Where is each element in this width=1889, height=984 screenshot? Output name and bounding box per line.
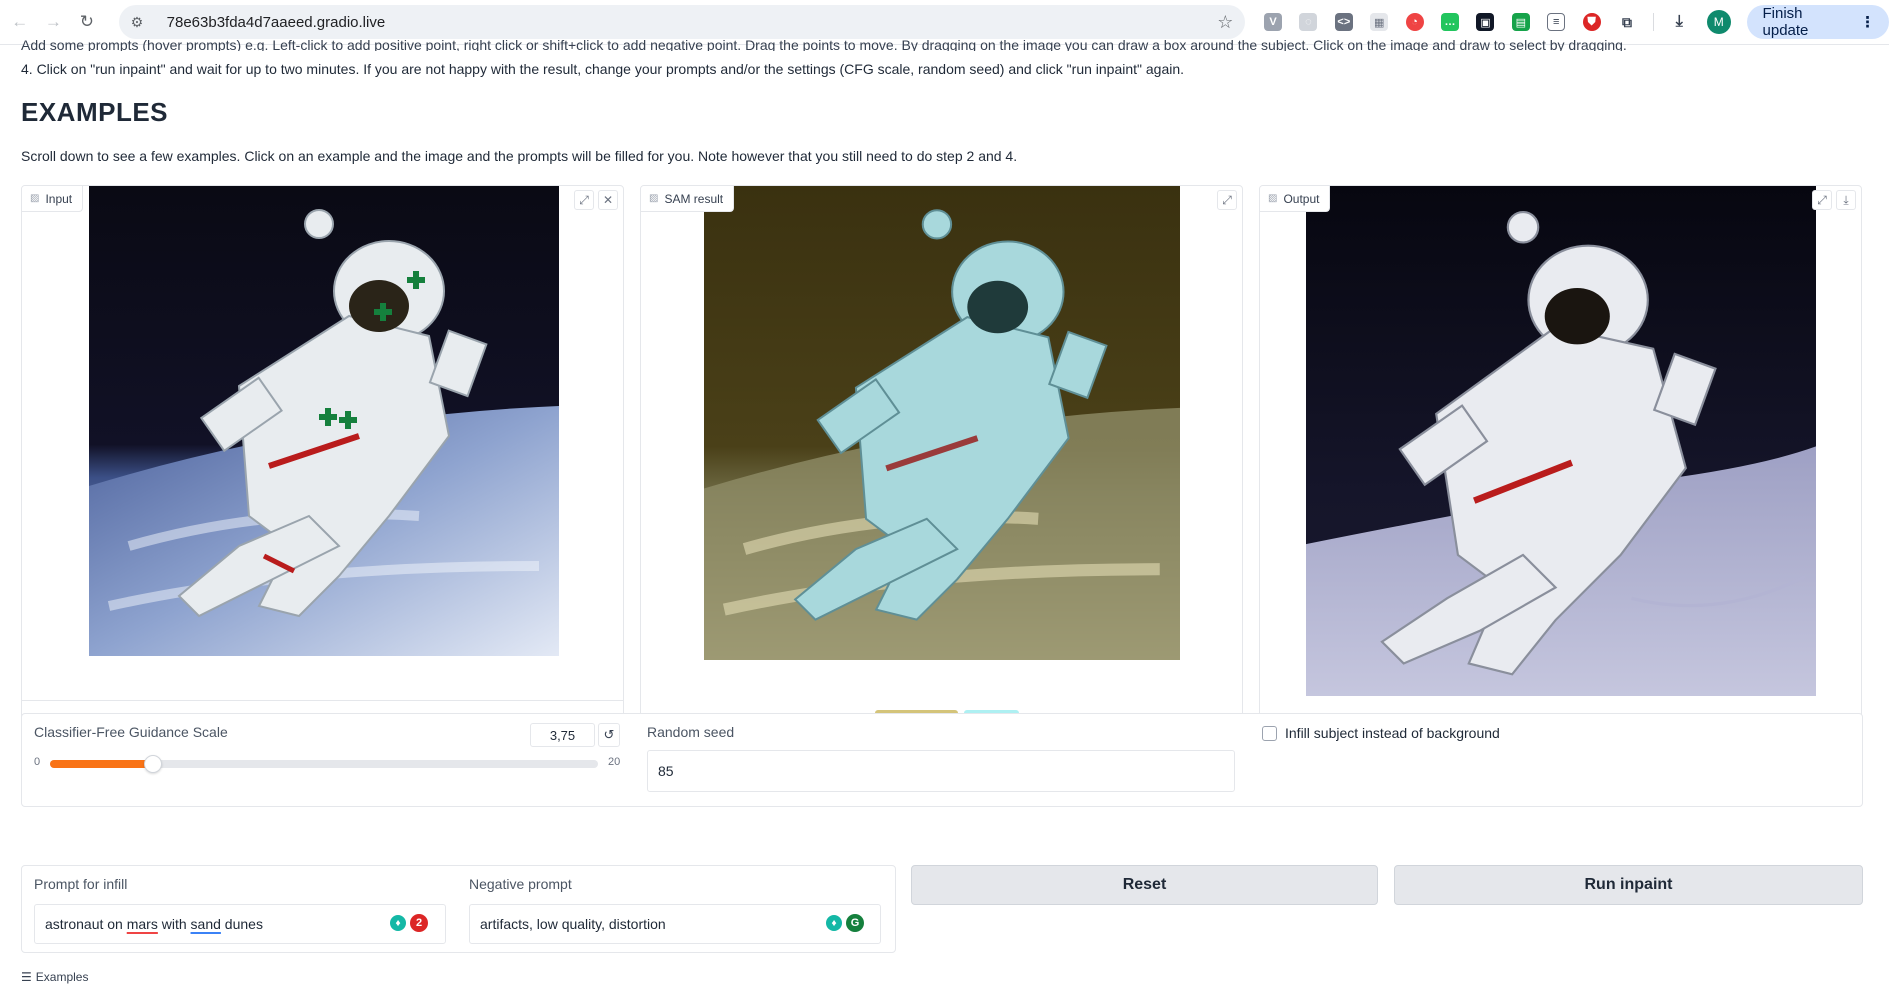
vimium-icon[interactable]: V	[1259, 8, 1286, 36]
cfg-number-input[interactable]: 3,75	[530, 723, 595, 747]
examples-accordion[interactable]: ☰ Examples	[21, 970, 88, 984]
reload-icon[interactable]: ↻	[73, 8, 101, 36]
forward-icon[interactable]: →	[40, 8, 68, 36]
red-shield-icon[interactable]: ⛊	[1578, 8, 1605, 36]
image-icon: ▨	[1268, 193, 1278, 204]
finish-update-label: Finish update	[1762, 5, 1809, 39]
green-doc-icon[interactable]: ▤	[1507, 8, 1534, 36]
seed-label: Random seed	[647, 724, 735, 740]
sam-result-panel: ▨ SAM result ⤢	[640, 185, 1243, 741]
run-inpaint-button[interactable]: Run inpaint	[1394, 865, 1863, 905]
output-image	[1306, 186, 1816, 696]
instruction-step3: Add some prompts (hover prompts) e.g. Le…	[21, 37, 1627, 51]
grammarly-badge-infill[interactable]: ♦ 2	[390, 914, 428, 932]
lightbulb-icon[interactable]: ♦	[826, 915, 842, 931]
finish-update-button[interactable]: Finish update ⋮	[1746, 5, 1889, 39]
prompts-row: Prompt for infill astronaut on mars with…	[21, 865, 896, 953]
puzzle-icon[interactable]: ⧉	[1613, 8, 1640, 36]
red-circle-icon[interactable]: ◔	[1401, 8, 1428, 36]
image-icon: ▨	[30, 193, 40, 204]
reset-button[interactable]: Reset	[911, 865, 1378, 905]
list-icon: ☰	[21, 970, 32, 984]
gradio-page: Add some prompts (hover prompts) e.g. Le…	[0, 37, 1889, 984]
sam-result-label: ▨ SAM result	[641, 186, 735, 212]
download-icon[interactable]: ⤓	[1666, 8, 1693, 36]
negative-prompt-input[interactable]: artifacts, low quality, distortion	[469, 904, 881, 944]
input-image-panel[interactable]: ▨ Input ⤢ ✕	[21, 185, 624, 741]
address-bar[interactable]: ⚙ 78e63b3fda4d7aaeed.gradio.live ☆	[118, 5, 1246, 39]
lightbulb-icon[interactable]: ♦	[390, 915, 406, 931]
fullscreen-icon[interactable]: ⤢	[1217, 190, 1237, 210]
input-image[interactable]	[89, 186, 559, 656]
extensions-bar: V ◌ <> ▦ ◔ … ▣ ▤ ≡ ⛊ ⧉ ⤓ M Finish update…	[1259, 5, 1889, 39]
sam-result-image	[704, 186, 1180, 660]
seed-input[interactable]: 85	[647, 750, 1235, 792]
back-icon[interactable]: ←	[6, 8, 34, 36]
examples-label: Examples	[35, 970, 89, 984]
infill-prompt-input[interactable]: astronaut on mars with sand dunes	[34, 904, 446, 944]
output-panel: ▨ Output ⤢ ⤓	[1259, 185, 1862, 741]
url-text[interactable]: 78e63b3fda4d7aaeed.gradio.live	[167, 14, 1218, 31]
download-icon[interactable]: ⤓	[1836, 190, 1856, 210]
profile-avatar[interactable]: M	[1707, 10, 1731, 34]
infill-prompt-label: Prompt for infill	[34, 876, 128, 892]
grammarly-badge-negative[interactable]: ♦ G	[826, 914, 864, 932]
cfg-label: Classifier-Free Guidance Scale	[34, 724, 228, 740]
issue-count-badge[interactable]: 2	[410, 914, 428, 932]
infill-text-mars: mars	[126, 916, 158, 932]
infill-text-2: with	[157, 916, 191, 932]
cfg-max-label: 20	[608, 756, 621, 768]
toolbar-separator	[1652, 13, 1654, 31]
more-menu-icon[interactable]: ⋮	[1860, 13, 1875, 31]
image-icon: ▨	[649, 193, 659, 204]
examples-intro: Scroll down to see a few examples. Click…	[21, 148, 1018, 164]
infill-text-1: astronaut on	[45, 916, 127, 932]
cfg-slider[interactable]	[50, 755, 598, 773]
fullscreen-icon[interactable]: ⤢	[574, 190, 594, 210]
negative-prompt-label: Negative prompt	[469, 876, 572, 892]
grey-ext-icon[interactable]: ▦	[1366, 8, 1393, 36]
instruction-step4: 4. Click on "run inpaint" and wait for u…	[21, 61, 1185, 77]
infill-subject-checkbox[interactable]	[1262, 726, 1277, 741]
bookmark-star-icon[interactable]: ☆	[1217, 12, 1233, 33]
chat-icon[interactable]: ◌	[1295, 8, 1322, 36]
fullscreen-icon[interactable]: ⤢	[1812, 190, 1832, 210]
examples-heading: EXAMPLES	[21, 97, 169, 127]
code-icon[interactable]: <>	[1330, 8, 1357, 36]
green-chat-icon[interactable]: …	[1436, 8, 1463, 36]
cfg-reset-icon[interactable]: ↺	[598, 723, 620, 747]
site-settings-icon[interactable]: ⚙	[131, 14, 151, 31]
cfg-slider-fill	[50, 760, 153, 768]
input-label: ▨ Input	[22, 186, 84, 212]
output-label: ▨ Output	[1260, 186, 1331, 212]
settings-row: Classifier-Free Guidance Scale 3,75 ↺ 0 …	[21, 713, 1863, 807]
list-icon[interactable]: ≡	[1543, 8, 1570, 36]
black-square-icon[interactable]: ▣	[1472, 8, 1499, 36]
infill-subject-label[interactable]: Infill subject instead of background	[1285, 725, 1500, 741]
close-icon[interactable]: ✕	[598, 190, 618, 210]
grammarly-icon[interactable]: G	[846, 914, 864, 932]
cfg-slider-thumb[interactable]	[143, 755, 162, 773]
infill-text-3: dunes	[220, 916, 263, 932]
cfg-min-label: 0	[34, 756, 41, 768]
infill-text-sand: sand	[190, 916, 221, 932]
